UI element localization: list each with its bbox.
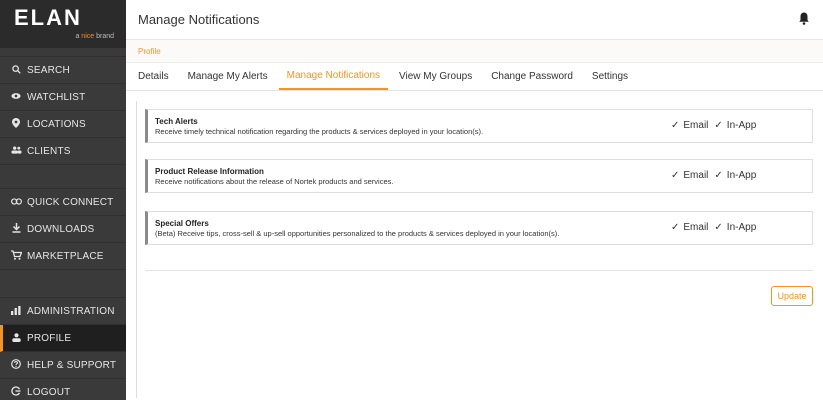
inapp-label: In-App [726,170,757,181]
sidebar-item-label: WATCHLIST [27,91,86,103]
logo-tagline: a nice brand [75,33,114,40]
sidebar: ELAN a nice brand SEARCH WATCHLIST LOCAT… [0,0,126,400]
notification-options: ✓ Email ✓ In-App [671,120,762,131]
tagline-prefix: a [75,33,80,40]
sidebar-item-label: LOGOUT [27,386,71,398]
elan-logo[interactable]: ELAN a nice brand [0,0,126,48]
sidebar-item-help-support[interactable]: HELP & SUPPORT [0,352,126,379]
tab-details[interactable]: Details [138,63,177,90]
user-icon [9,332,23,344]
logo-text: ELAN [14,5,82,30]
update-button[interactable]: Update [771,286,813,306]
checkmark-icon: ✓ [714,170,723,181]
sidebar-item-profile[interactable]: PROFILE [0,325,126,352]
notification-card-product-release: Product Release Information Receive noti… [145,159,813,193]
sidebar-item-search[interactable]: SEARCH [0,57,126,84]
email-label: Email [683,222,709,233]
sidebar-item-clients[interactable]: CLIENTS [0,138,126,165]
cart-icon [9,250,23,262]
eye-icon [9,92,23,102]
notification-description: (Beta) Receive tips, cross-sell & up-sel… [155,229,560,238]
nav-spacer [0,48,126,57]
sidebar-item-quick-connect[interactable]: QUICK CONNECT [0,189,126,216]
breadcrumb: Profile [126,40,823,63]
checkmark-icon: ✓ [671,120,680,131]
inapp-checkbox[interactable]: ✓ In-App [714,170,756,181]
checkmark-icon: ✓ [714,222,723,233]
tab-manage-notifications[interactable]: Manage Notifications [278,63,389,90]
bell-icon[interactable] [799,12,809,26]
logout-icon [9,386,23,398]
link-icon [9,197,23,207]
inapp-checkbox[interactable]: ✓ In-App [714,222,756,233]
tab-manage-my-alerts[interactable]: Manage My Alerts [180,63,276,90]
sidebar-nav: SEARCH WATCHLIST LOCATIONS CLIENTS QUICK… [0,48,126,400]
users-icon [9,146,23,156]
top-bar: Manage Notifications [126,0,823,40]
email-checkbox[interactable]: ✓ Email [671,170,708,181]
notification-title: Product Release Information [155,167,264,176]
tab-bar: Details Manage My Alerts Manage Notifica… [126,63,823,91]
download-icon [9,223,23,235]
sidebar-item-logout[interactable]: LOGOUT [0,379,126,400]
sidebar-item-label: LOCATIONS [27,118,86,130]
notification-options: ✓ Email ✓ In-App [671,170,762,181]
location-pin-icon [9,118,23,130]
sidebar-item-label: DOWNLOADS [27,223,95,235]
checkmark-icon: ✓ [671,222,680,233]
sidebar-item-watchlist[interactable]: WATCHLIST [0,84,126,111]
notifications-panel: Tech Alerts Receive timely technical not… [136,101,823,398]
notification-title: Special Offers [155,219,209,228]
notification-card-special-offers: Special Offers (Beta) Receive tips, cros… [145,211,813,245]
tab-change-password[interactable]: Change Password [483,63,581,90]
breadcrumb-profile[interactable]: Profile [138,47,161,56]
sidebar-item-label: CLIENTS [27,145,71,157]
sidebar-item-locations[interactable]: LOCATIONS [0,111,126,138]
email-checkbox[interactable]: ✓ Email [671,222,708,233]
sidebar-item-label: ADMINISTRATION [27,305,115,317]
sidebar-item-label: HELP & SUPPORT [27,359,117,371]
tagline-suffix: brand [96,33,114,40]
notification-card-tech-alerts: Tech Alerts Receive timely technical not… [145,109,813,143]
checkmark-icon: ✓ [714,120,723,131]
nav-spacer [0,270,126,298]
sidebar-item-marketplace[interactable]: MARKETPLACE [0,243,126,270]
nav-spacer [0,165,126,189]
page-title: Manage Notifications [138,12,260,27]
sidebar-item-label: PROFILE [27,332,72,344]
sidebar-item-administration[interactable]: ADMINISTRATION [0,298,126,325]
inapp-label: In-App [726,222,757,233]
tab-settings[interactable]: Settings [584,63,636,90]
sidebar-item-downloads[interactable]: DOWNLOADS [0,216,126,243]
search-icon [9,64,23,76]
tab-view-my-groups[interactable]: View My Groups [391,63,480,90]
email-label: Email [683,170,709,181]
notification-title: Tech Alerts [155,117,198,126]
inapp-label: In-App [726,120,757,131]
sidebar-item-label: MARKETPLACE [27,250,104,262]
divider [145,270,813,271]
sidebar-item-label: QUICK CONNECT [27,196,114,208]
help-icon [9,359,23,371]
bar-chart-icon [9,305,23,317]
inapp-checkbox[interactable]: ✓ In-App [714,120,756,131]
notification-options: ✓ Email ✓ In-App [671,222,762,233]
notification-description: Receive timely technical notification re… [155,127,484,136]
email-label: Email [683,120,709,131]
checkmark-icon: ✓ [671,170,680,181]
email-checkbox[interactable]: ✓ Email [671,120,708,131]
tagline-highlight: nice [81,33,95,40]
sidebar-item-label: SEARCH [27,64,70,76]
notification-description: Receive notifications about the release … [155,177,394,186]
